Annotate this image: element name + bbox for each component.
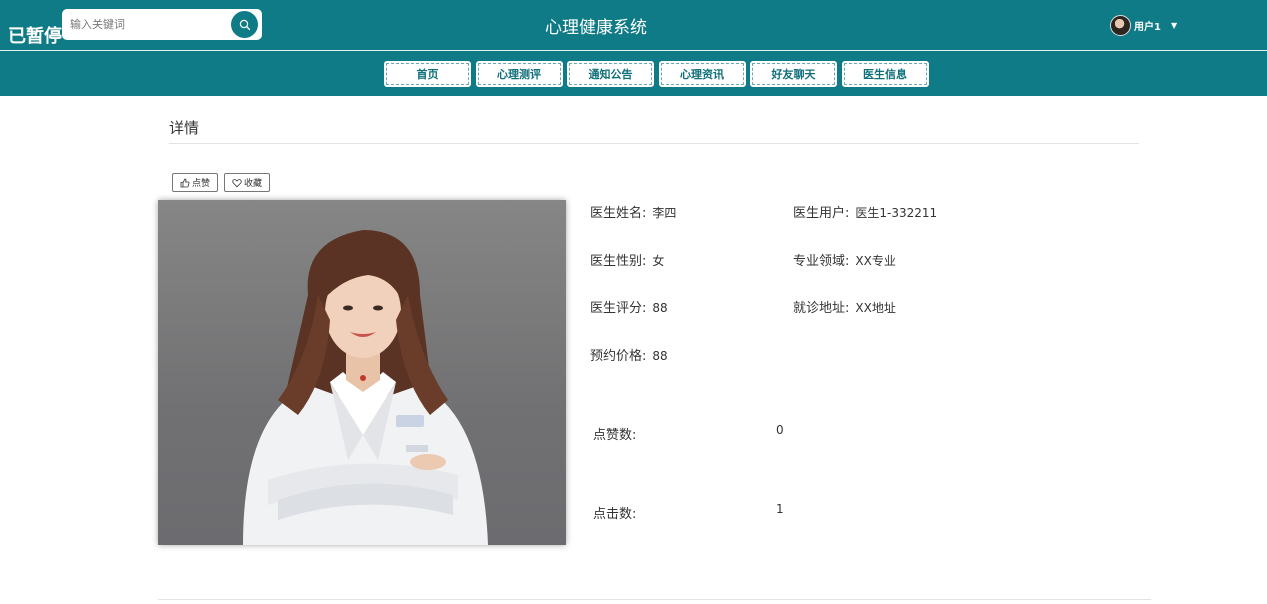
caret-down-icon: ▼ [1170, 20, 1178, 30]
nav-item-friend-chat[interactable]: 好友聊天 [749, 60, 838, 88]
page-title: 详情 [169, 119, 200, 137]
like-button[interactable]: 点赞 [172, 173, 218, 192]
field-doctor-user: 医生用户: 医生1-332211 [793, 202, 937, 221]
nav-item-doctor-info[interactable]: 医生信息 [840, 60, 930, 88]
field-doctor-rating: 医生评分: 88 [590, 297, 668, 316]
doctor-rating-value: 88 [652, 301, 668, 315]
like-label: 点赞 [191, 179, 210, 189]
doctor-user-value: 医生1-332211 [855, 206, 938, 220]
avatar [1110, 14, 1131, 36]
heart-icon [232, 178, 242, 187]
favorite-button[interactable]: 收藏 [224, 173, 270, 192]
booking-price-label: 预约价格: [590, 349, 647, 364]
likes-count-label: 点赞数: [593, 428, 637, 443]
clinic-address-label: 就诊地址: [793, 301, 850, 316]
field-booking-price: 预约价格: 88 [590, 345, 668, 364]
field-clinic-address: 就诊地址: XX地址 [793, 297, 896, 316]
title-divider [169, 143, 1139, 144]
doctor-name-value: 李四 [652, 206, 677, 220]
field-doctor-gender: 医生性别: 女 [590, 250, 664, 269]
booking-price-value: 88 [652, 349, 668, 363]
nav-item-news[interactable]: 心理资讯 [657, 60, 747, 88]
field-doctor-name: 医生姓名: 李四 [590, 202, 676, 221]
field-specialty: 专业领域: XX专业 [793, 250, 896, 269]
doctor-gender-value: 女 [652, 254, 665, 268]
user-name: 用户1 [1134, 21, 1161, 33]
thumbs-up-icon [180, 178, 190, 187]
nav-item-notices[interactable]: 通知公告 [566, 60, 655, 88]
bottom-divider [158, 599, 1151, 600]
doctor-rating-label: 医生评分: [590, 301, 647, 316]
nav-item-assessment[interactable]: 心理测评 [474, 60, 564, 88]
specialty-value: XX专业 [855, 254, 896, 268]
likes-count-value: 0 [776, 423, 784, 437]
favorite-label: 收藏 [243, 179, 262, 189]
main-nav: 首页 心理测评 通知公告 心理资讯 好友聊天 医生信息 [383, 60, 932, 88]
clicks-count-label: 点击数: [593, 507, 637, 522]
doctor-gender-label: 医生性别: [590, 254, 647, 269]
doctor-photo [158, 200, 566, 545]
user-menu[interactable]: 用户1 ▼ [1110, 14, 1177, 36]
clinic-address-value: XX地址 [855, 301, 896, 315]
system-title: 心理健康系统 [545, 18, 647, 38]
specialty-label: 专业领域: [793, 254, 850, 269]
nav-item-home[interactable]: 首页 [383, 60, 472, 88]
clicks-count-value: 1 [776, 502, 784, 516]
doctor-user-label: 医生用户: [793, 206, 850, 221]
doctor-name-label: 医生姓名: [590, 206, 647, 221]
